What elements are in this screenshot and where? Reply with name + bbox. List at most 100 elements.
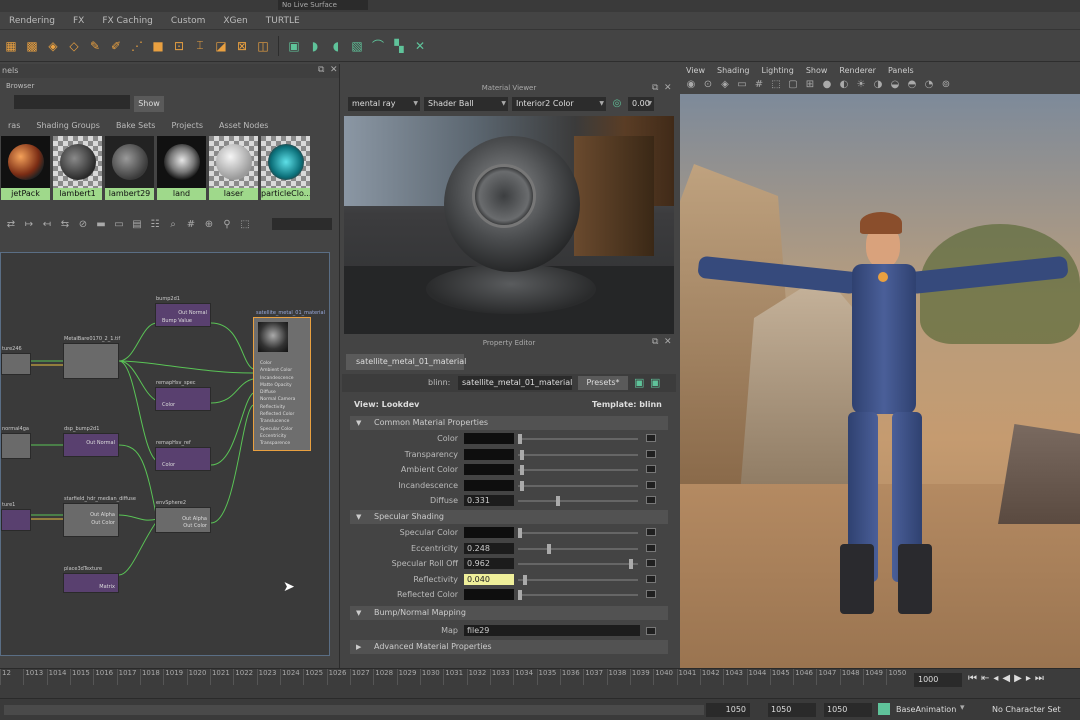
node-dsp-bump[interactable]: dsp_bump2d1 Out Normal [63,426,119,457]
material-port[interactable]: Transparence [260,440,295,447]
node-name-field[interactable]: satellite_metal_01_material [458,376,572,390]
shadows-icon[interactable]: ◑ [871,78,885,92]
bracket-icon[interactable]: ⌶ [191,37,209,55]
specular-roll-off-field[interactable]: 0.962 [464,558,514,569]
slider-handle[interactable] [520,465,525,475]
material-swatch[interactable]: laser [209,136,258,200]
section-common-material[interactable]: Common Material Properties [350,416,668,430]
map-button-icon[interactable] [646,627,656,635]
section-specular-shading[interactable]: Specular Shading [350,510,668,524]
go-to-start-icon[interactable]: ⏮ [968,673,977,687]
anim-layer-icon[interactable] [878,703,890,715]
reflected-color-swatch[interactable] [464,589,514,600]
renderer-select[interactable]: mental ray [348,97,420,111]
green-cube-icon[interactable]: ▣ [285,37,303,55]
node-starfield[interactable]: starfield_hdr_median_diffuse Out Alpha O… [63,496,136,537]
graph-simple-icon[interactable]: ▬ [94,218,108,232]
flow-icon[interactable]: ⋰ [128,37,146,55]
box-icon[interactable]: ■ [149,37,167,55]
checker-icon[interactable]: ▚ [390,37,408,55]
specular-roll-off-slider[interactable] [518,559,638,569]
xray-icon[interactable]: ◔ [922,78,936,92]
material-port[interactable]: Eccentricity [260,433,295,440]
incandescence-swatch[interactable] [464,479,514,491]
green-cross-icon[interactable]: ✕ [411,37,429,55]
slider-handle[interactable] [518,590,522,600]
exposure-field[interactable]: 0.00 [628,97,654,111]
snap-icon[interactable]: ⊕ [202,218,216,232]
graph-output-icon[interactable]: ↤ [40,218,54,232]
character-set-label[interactable]: No Character Set [992,705,1061,714]
isolate-icon[interactable]: ⊚ [939,78,953,92]
transparency-slider[interactable] [518,449,638,460]
specular-roll-off-map-icon[interactable] [646,559,656,567]
step-back-key-icon[interactable]: ⇤ [981,673,989,687]
step-back-icon[interactable]: ◂ [993,673,998,687]
slider-handle[interactable] [629,559,634,569]
menu-panels[interactable]: Panels [882,64,920,78]
color-map-icon[interactable] [646,434,656,442]
node-remap-spec[interactable]: remapHsv_spec Color [155,380,211,411]
color-swatch[interactable] [464,433,514,444]
specular-color-swatch[interactable] [464,527,514,538]
tab-materials[interactable]: ras [0,119,28,133]
eccentricity-field[interactable]: 0.248 [464,542,514,554]
show-input-icon[interactable]: ▣ [634,376,644,389]
frame-icon[interactable]: ⊡ [170,37,188,55]
node-envsphere[interactable]: envSphere2 Out Alpha Out Color [155,500,211,533]
range-end-field[interactable]: 1050 [706,703,750,717]
exposure-icon[interactable]: ◎ [610,97,624,111]
eccentricity-slider[interactable] [518,543,638,554]
map-field[interactable]: file29 [464,625,640,636]
stack-icon[interactable]: ◪ [212,37,230,55]
slider-handle[interactable] [556,496,561,506]
show-output-icon[interactable]: ▣ [650,376,660,389]
shelf-tab-fx-caching[interactable]: FX Caching [93,16,162,26]
material-port[interactable]: Reflected Color [260,411,295,418]
material-port[interactable]: Normal Camera [260,396,295,403]
tab-shading-groups[interactable]: Shading Groups [28,119,108,133]
range-bar[interactable] [4,705,704,715]
animation-end-field[interactable]: 1050 [824,703,872,717]
specular-color-map-icon[interactable] [646,528,656,536]
shelf-tab-turtle[interactable]: TURTLE [257,16,309,26]
ambient-color-map-icon[interactable] [646,465,656,473]
material-port[interactable]: Color [260,360,295,367]
node-remap-ref[interactable]: remapHsv_ref Color [155,440,211,471]
slider-handle[interactable] [522,574,527,585]
slider-handle[interactable] [520,480,525,491]
material-swatch[interactable]: lambert29 [105,136,154,200]
material-port[interactable]: Reflectivity [260,404,295,411]
reflectivity-slider[interactable] [518,574,638,585]
shelf-tab-xgen[interactable]: XGen [214,16,256,26]
graph-both-icon[interactable]: ⇆ [58,218,72,232]
menu-lighting[interactable]: Lighting [755,64,799,78]
light-cube-icon[interactable]: ◇ [65,37,83,55]
material-port[interactable]: Matte Opacity [260,382,295,389]
green-curve-icon[interactable]: ◗ [306,37,324,55]
menu-view[interactable]: View [680,64,711,78]
material-port[interactable]: Translucence [260,418,295,425]
material-swatch[interactable]: jetPack [1,136,50,200]
camera-icon[interactable]: ◉ [684,78,698,92]
playback-end-field[interactable]: 1050 [768,703,816,717]
node-normal[interactable]: normal4ga [1,426,31,459]
node-place3d[interactable]: place3dTexture Matrix [63,566,119,593]
incandescence-map-icon[interactable] [646,480,656,489]
tab-asset-nodes[interactable]: Asset Nodes [211,119,276,133]
green-arc-icon[interactable]: ⌒ [369,37,387,55]
cubes-icon[interactable]: ▩ [23,37,41,55]
ambient-color-swatch[interactable] [464,464,514,475]
node-material[interactable]: satellite_metal_01_material Color Ambient… [253,310,325,451]
live-surface-field[interactable]: No Live Surface [278,0,368,10]
reflectivity-map-icon[interactable] [646,574,656,583]
camera-lock-icon[interactable]: ⊙ [701,78,715,92]
close-icon[interactable]: ✕ [330,65,338,75]
show-button[interactable]: Show [134,96,164,112]
float-icon[interactable]: ⧉ [652,337,658,347]
eccentricity-map-icon[interactable] [646,543,656,552]
close-icon[interactable]: ✕ [664,337,672,347]
transparency-swatch[interactable] [464,448,514,460]
slider-handle[interactable] [547,543,551,554]
node-file246[interactable]: ture246 [1,346,31,375]
